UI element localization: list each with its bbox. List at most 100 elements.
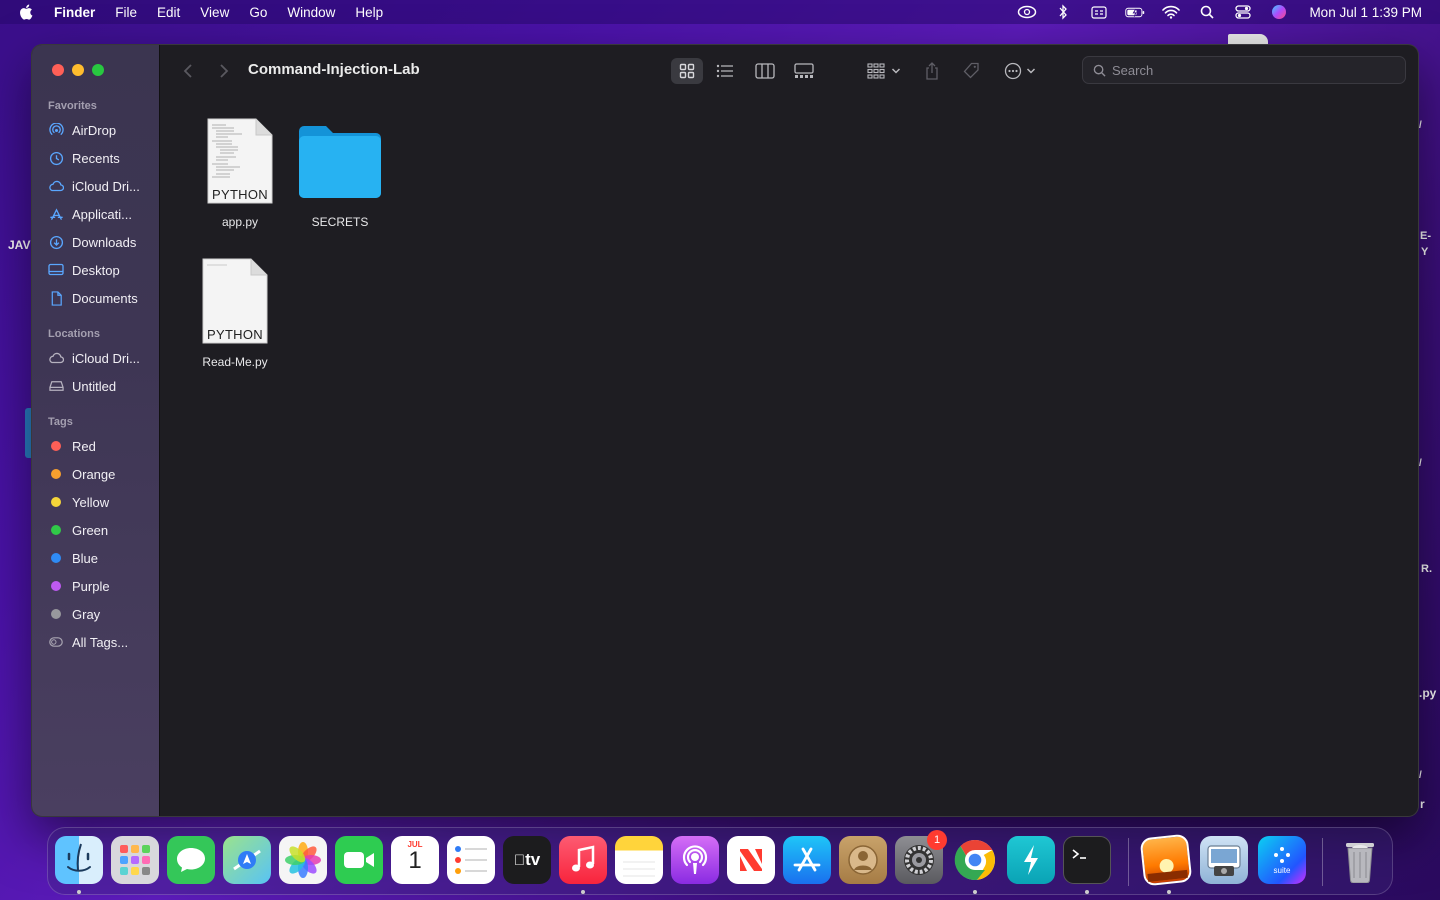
search-input[interactable] (1112, 62, 1392, 78)
file-item-read-me-py[interactable]: PYTHON Read-Me.py (185, 257, 285, 369)
sidebar-tag-purple[interactable]: Purple (48, 574, 160, 598)
dock-chrome[interactable] (951, 836, 999, 884)
close-button[interactable] (52, 64, 64, 76)
sidebar-item-icloud-drive-location[interactable]: iCloud Dri... (48, 346, 160, 370)
forward-button[interactable] (214, 59, 234, 83)
dock-terminal[interactable] (1063, 836, 1111, 884)
icon-view-button[interactable] (671, 58, 703, 84)
wifi-icon[interactable] (1161, 4, 1181, 20)
sidebar-tag-red[interactable]: Red (48, 434, 160, 458)
dock-messages[interactable] (167, 836, 215, 884)
minimize-button[interactable] (72, 64, 84, 76)
dock-maps[interactable] (223, 836, 271, 884)
dock-separator (1128, 838, 1129, 886)
sidebar-tag-gray[interactable]: Gray (48, 602, 160, 626)
sidebar-item-untitled-disk[interactable]: Untitled (48, 374, 160, 398)
dock-news[interactable] (727, 836, 775, 884)
menubar-clock[interactable]: Mon Jul 1 1:39 PM (1309, 5, 1422, 20)
sidebar-item-applications[interactable]: Applicati... (48, 202, 160, 226)
applications-icon (48, 206, 64, 222)
tag-dot (51, 441, 61, 451)
sidebar-item-label: AirDrop (72, 122, 117, 138)
sidebar-item-documents[interactable]: Documents (48, 286, 160, 310)
file-browser-content[interactable]: PYTHON app.py SECRETS PYTHON Read-Me.py (160, 97, 1418, 816)
dock-finder[interactable] (55, 836, 103, 884)
finder-face-icon (67, 843, 91, 872)
control-center-icon[interactable] (1233, 4, 1253, 20)
dock-notes[interactable] (615, 836, 663, 884)
share-button[interactable] (920, 59, 944, 83)
dock-reminders[interactable] (447, 836, 495, 884)
dock-podcasts[interactable] (671, 836, 719, 884)
dock-screenshot[interactable] (1200, 836, 1248, 884)
menu-file[interactable]: File (115, 5, 137, 20)
desktop-label-fragment: JAV (8, 238, 31, 252)
zoom-button[interactable] (92, 64, 104, 76)
battery-icon[interactable] (1125, 4, 1145, 20)
menu-finder[interactable]: Finder (54, 5, 95, 20)
dock-suite[interactable]: suite (1258, 836, 1306, 884)
file-item-app-py[interactable]: PYTHON app.py (190, 117, 290, 229)
siri-icon[interactable] (1269, 4, 1289, 20)
sidebar-tag-blue[interactable]: Blue (48, 546, 160, 570)
sidebar-tag-yellow[interactable]: Yellow (48, 490, 160, 514)
download-icon (48, 234, 64, 250)
more-actions-button[interactable] (1000, 59, 1040, 83)
sidebar-item-all-tags[interactable]: All Tags... (48, 630, 160, 654)
map-pin-icon (233, 849, 261, 871)
creative-cloud-icon[interactable] (1017, 4, 1037, 20)
sidebar-header-tags: Tags (48, 416, 73, 428)
sidebar-tag-orange[interactable]: Orange (48, 462, 160, 486)
sidebar-item-airdrop[interactable]: AirDrop (48, 118, 160, 142)
dock-launchpad[interactable] (111, 836, 159, 884)
toolbar: Command-Injection-Lab (160, 45, 1418, 97)
list-view-button[interactable] (711, 59, 739, 83)
suite-label: suite (1273, 865, 1291, 875)
desktop-file-icon[interactable] (1228, 34, 1268, 44)
dock-preview-image[interactable] (1139, 833, 1193, 887)
menu-view[interactable]: View (200, 5, 229, 20)
dock-music[interactable] (559, 836, 607, 884)
sidebar-item-label: iCloud Dri... (72, 350, 140, 366)
running-indicator (77, 890, 81, 894)
menu-window[interactable]: Window (287, 5, 335, 20)
dock-contacts[interactable] (839, 836, 887, 884)
sidebar-item-desktop[interactable]: Desktop (48, 258, 160, 282)
back-button[interactable] (178, 59, 198, 83)
column-view-button[interactable] (751, 59, 779, 83)
file-name: Read-Me.py (202, 355, 268, 369)
suite-dots-icon (1274, 846, 1290, 863)
sidebar-item-label: Recents (72, 150, 120, 166)
menu-edit[interactable]: Edit (157, 5, 180, 20)
launchpad-grid-icon (120, 845, 150, 875)
menu-help[interactable]: Help (355, 5, 383, 20)
menu-go[interactable]: Go (249, 5, 267, 20)
dock-facetime[interactable] (335, 836, 383, 884)
window-title: Command-Injection-Lab (248, 61, 420, 78)
group-by-button[interactable] (864, 59, 904, 83)
chevron-left-icon (183, 64, 192, 78)
sidebar-item-recents[interactable]: Recents (48, 146, 160, 170)
tag-button[interactable] (958, 59, 984, 83)
notes-lines-icon (623, 861, 655, 877)
sidebar-item-icloud-drive[interactable]: iCloud Dri... (48, 174, 160, 198)
gallery-view-button[interactable] (790, 59, 818, 83)
dock-bolt-app[interactable] (1007, 836, 1055, 884)
sidebar-item-downloads[interactable]: Downloads (48, 230, 160, 254)
sidebar-tag-green[interactable]: Green (48, 518, 160, 542)
apple-menu-icon[interactable] (18, 3, 36, 21)
dock-system-settings[interactable]: 1 (895, 830, 947, 884)
dock-apple-tv[interactable]: tv (503, 836, 551, 884)
desktop-label-fragment: R. (1421, 563, 1432, 575)
tag-color-dot-icon (48, 578, 64, 594)
dock-app-store[interactable] (783, 836, 831, 884)
search-field[interactable] (1082, 56, 1406, 84)
keyboard-input-icon[interactable] (1089, 4, 1109, 20)
folder-item-secrets[interactable]: SECRETS (290, 121, 390, 229)
bluetooth-icon[interactable] (1053, 4, 1073, 20)
dock-trash[interactable] (1336, 836, 1384, 884)
dock-photos[interactable] (279, 836, 327, 884)
chevron-down-icon (891, 68, 901, 74)
dock-calendar[interactable]: JUL 1 (391, 836, 439, 884)
spotlight-icon[interactable] (1197, 4, 1217, 20)
